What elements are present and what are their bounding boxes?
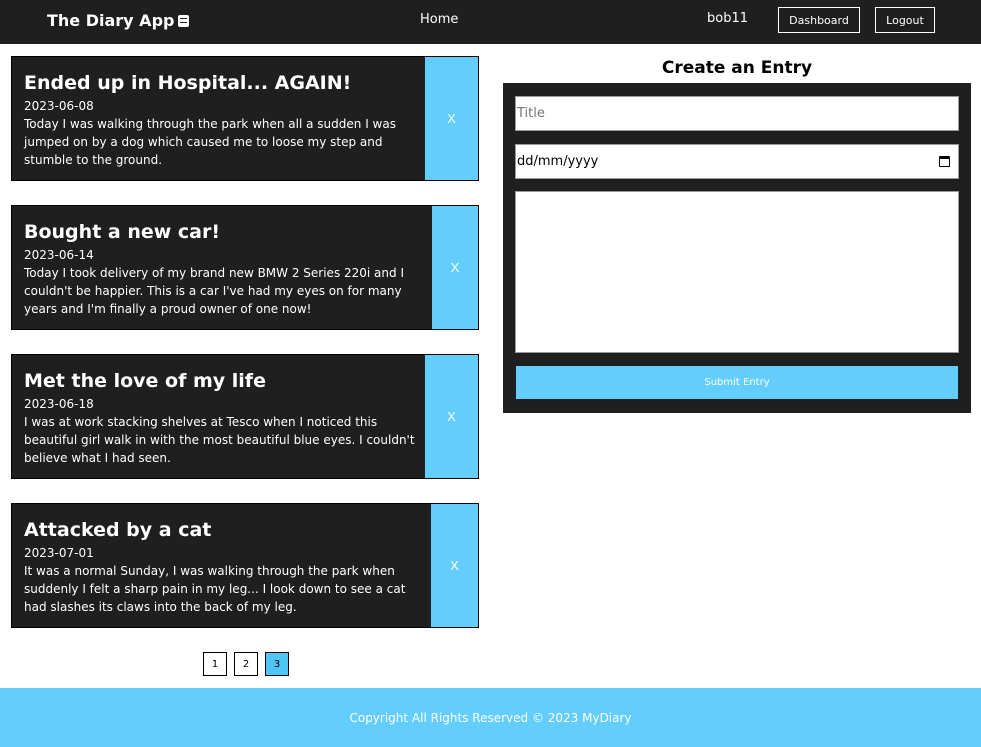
delete-entry-button[interactable]: X [425,355,478,478]
entry-content: Ended up in Hospital... AGAIN! 2023-06-0… [24,70,424,169]
diary-entry: Ended up in Hospital... AGAIN! 2023-06-0… [11,56,479,181]
page-button-1[interactable]: 1 [203,652,227,676]
title-input[interactable] [515,96,959,131]
entry-title: Bought a new car! [24,221,221,243]
entry-text: Today I took delivery of my brand new BM… [24,266,404,316]
delete-entry-button[interactable]: X [432,206,478,329]
entry-date: 2023-07-01 [24,546,94,560]
entry-text: I was at work stacking shelves at Tesco … [24,415,415,465]
entry-date: 2023-06-18 [24,397,94,411]
entry-text: It was a normal Sunday, I was walking th… [24,564,406,614]
page-button-3[interactable]: 3 [265,652,289,676]
create-entry-form: dd/mm/yyyy Submit Entry [503,83,971,413]
copyright-text: Copyright All Rights Reserved © 2023 MyD… [349,710,632,725]
nav-home-link[interactable]: Home [420,12,458,27]
entry-title: Met the love of my life [24,370,266,392]
calendar-icon[interactable] [939,156,950,167]
logout-button[interactable]: Logout [875,7,935,33]
diary-entry: Bought a new car! 2023-06-14 Today I too… [11,205,479,330]
delete-entry-button[interactable]: X [425,57,478,180]
delete-entry-button[interactable]: X [431,504,478,627]
entry-title: Ended up in Hospital... AGAIN! [24,72,352,94]
notebook-icon [178,14,190,27]
entry-body-textarea[interactable] [515,191,959,353]
create-entry-heading: Create an Entry [661,58,813,78]
brand-title: The Diary App [47,11,175,30]
date-input[interactable]: dd/mm/yyyy [515,144,959,179]
brand[interactable]: The Diary App [47,11,190,30]
submit-entry-button[interactable]: Submit Entry [515,365,959,400]
entry-date: 2023-06-08 [24,99,94,113]
entry-text: Today I was walking through the park whe… [24,117,396,167]
dashboard-button[interactable]: Dashboard [778,7,860,33]
diary-entry: Met the love of my life 2023-06-18 I was… [11,354,479,479]
date-placeholder: dd/mm/yyyy [517,154,599,169]
page-button-2[interactable]: 2 [234,652,258,676]
entry-date: 2023-06-14 [24,248,94,262]
diary-entry: Attacked by a cat 2023-07-01 It was a no… [11,503,479,628]
navbar: The Diary App Home bob11 Dashboard Logou… [0,0,981,44]
entry-title: Attacked by a cat [24,519,212,541]
pagination: 1 2 3 [203,652,289,676]
entry-content: Bought a new car! 2023-06-14 Today I too… [24,219,424,318]
footer: Copyright All Rights Reserved © 2023 MyD… [0,688,981,747]
entry-content: Attacked by a cat 2023-07-01 It was a no… [24,517,424,616]
username-label: bob11 [707,11,748,26]
entry-content: Met the love of my life 2023-06-18 I was… [24,368,424,467]
